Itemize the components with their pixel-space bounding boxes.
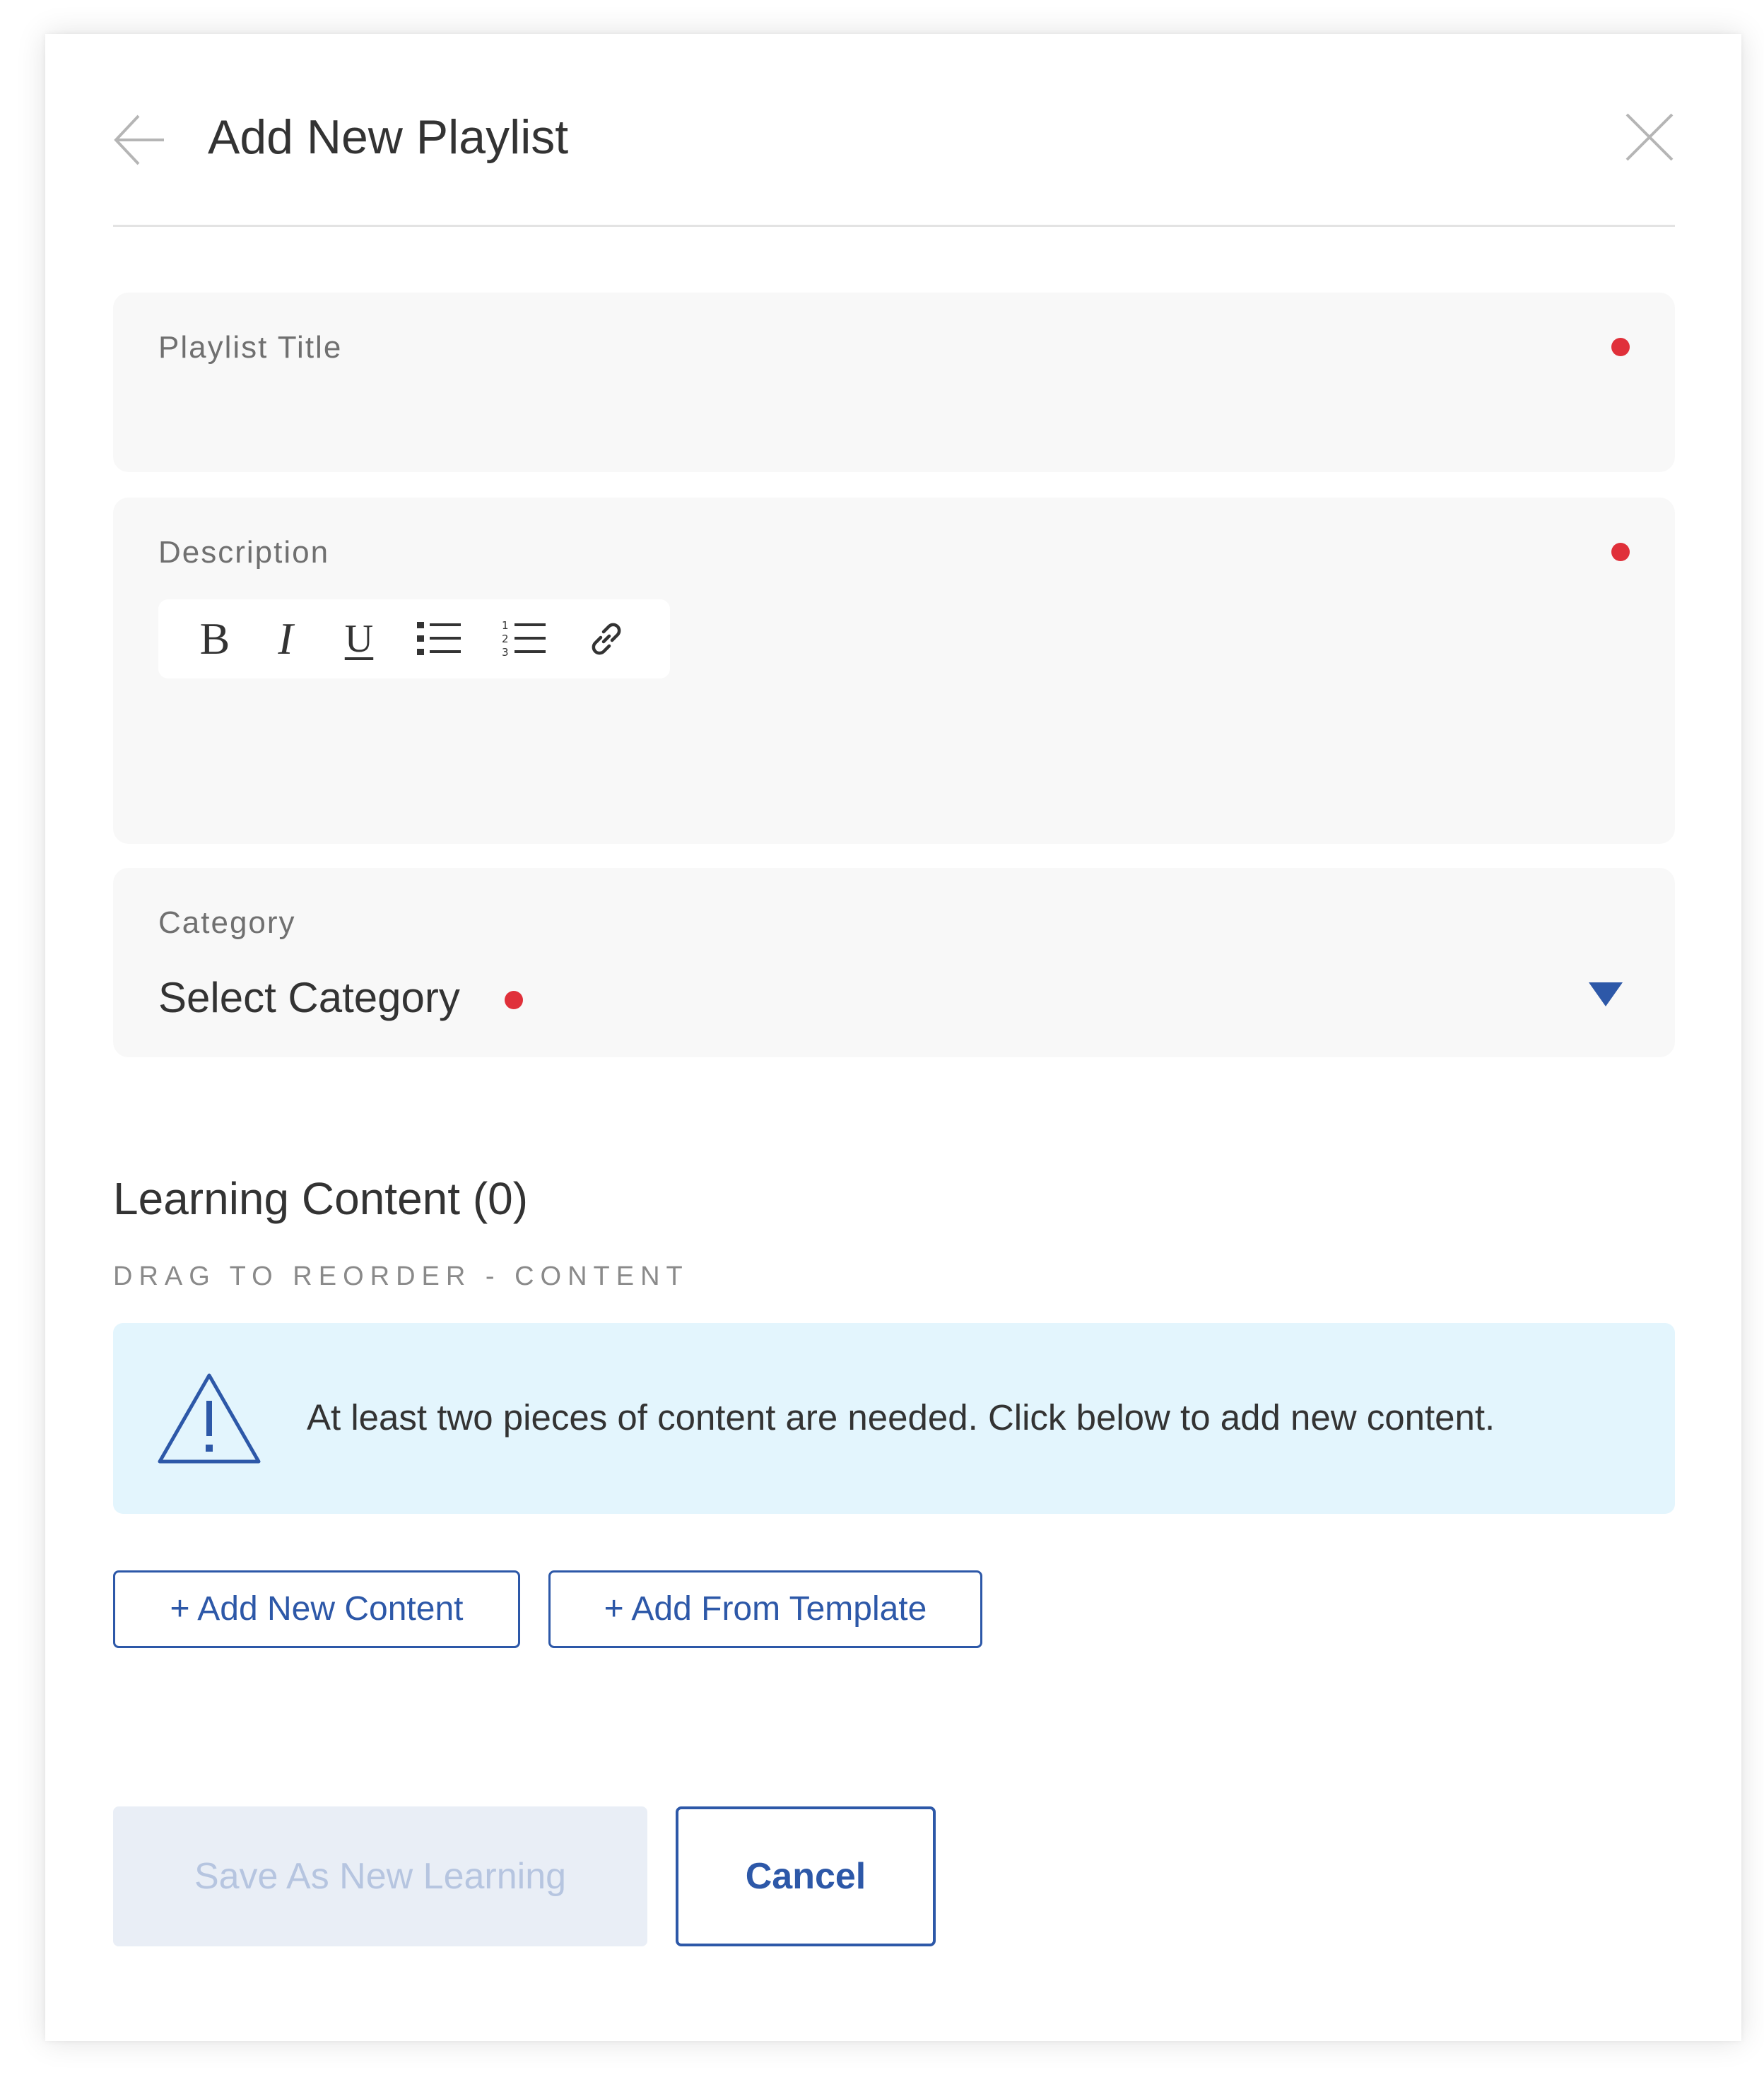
svg-text:2: 2: [502, 633, 509, 645]
svg-text:1: 1: [502, 619, 509, 632]
alert-message: At least two pieces of content are neede…: [307, 1397, 1495, 1438]
link-icon: [592, 623, 621, 655]
arrow-left-icon: [114, 114, 164, 165]
playlist-title-input[interactable]: [158, 384, 1617, 442]
category-selected-value: Select Category: [158, 974, 460, 1021]
numbered-list-button[interactable]: 1 2 3: [500, 615, 548, 663]
caret-down-icon: [1589, 982, 1623, 1006]
content-alert: At least two pieces of content are neede…: [113, 1323, 1675, 1514]
svg-text:3: 3: [502, 646, 509, 659]
rich-text-toolbar: B I U 1 2 3: [158, 599, 670, 678]
playlist-title-field[interactable]: Playlist Title: [113, 293, 1675, 472]
category-dropdown[interactable]: Select Category: [158, 967, 1628, 1030]
learning-content-title: Learning Content (0): [113, 1173, 529, 1224]
page-title: Add New Playlist: [208, 110, 569, 164]
learning-content-subtitle: DRAG TO REORDER - CONTENT: [113, 1262, 689, 1291]
panel-header: Add New Playlist: [113, 34, 1675, 227]
link-button[interactable]: [582, 615, 630, 663]
category-field: Category Select Category: [113, 868, 1675, 1057]
bold-button[interactable]: B: [191, 613, 239, 664]
required-indicator: [1611, 338, 1630, 356]
category-label: Category: [158, 905, 296, 940]
description-editor[interactable]: [158, 703, 1628, 816]
italic-button[interactable]: I: [261, 613, 310, 664]
cancel-button[interactable]: Cancel: [676, 1806, 936, 1946]
numbered-list-icon: 1 2 3: [502, 619, 546, 659]
warning-icon: [158, 1373, 261, 1464]
description-field: Description B I U 1 2 3: [113, 498, 1675, 844]
add-new-content-button[interactable]: + Add New Content: [113, 1570, 520, 1648]
close-button[interactable]: [1624, 112, 1675, 163]
add-playlist-panel: Add New Playlist Playlist Title Descript…: [45, 34, 1741, 2041]
description-label: Description: [158, 535, 330, 570]
bulleted-list-button[interactable]: [416, 615, 464, 663]
underline-button[interactable]: U: [335, 615, 383, 663]
bulleted-list-icon: [417, 622, 461, 655]
close-icon: [1625, 113, 1674, 161]
required-indicator: [505, 991, 523, 1009]
add-from-template-button[interactable]: + Add From Template: [548, 1570, 982, 1648]
required-indicator: [1611, 543, 1630, 561]
back-button[interactable]: [113, 113, 167, 167]
save-as-new-learning-button[interactable]: Save As New Learning: [113, 1806, 647, 1946]
playlist-title-label: Playlist Title: [158, 330, 343, 365]
